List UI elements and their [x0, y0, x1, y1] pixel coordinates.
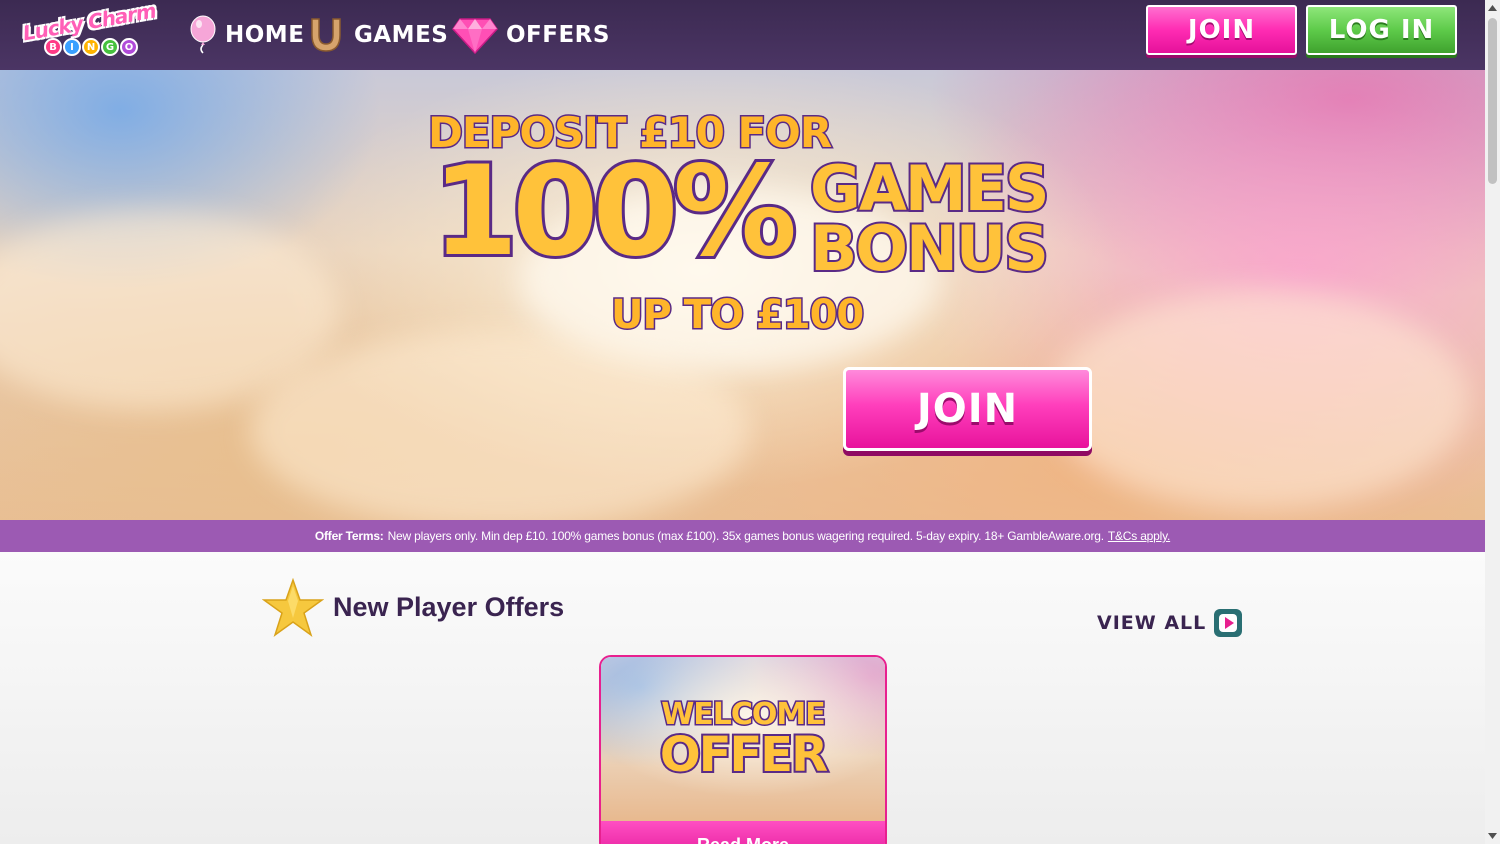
- nav-games-label: GAMES: [354, 22, 449, 48]
- hero-cloud: [1050, 290, 1470, 510]
- main-content: New Player Offers VIEW ALL WELCOME OFFER…: [0, 552, 1485, 844]
- logo-ball: B: [44, 38, 62, 56]
- login-button[interactable]: LOG IN: [1306, 5, 1457, 55]
- nav-home-label: HOME: [225, 22, 305, 48]
- site-header: Lucky Charm B I N G O HOME GAMES OFFERS …: [0, 0, 1485, 70]
- scroll-up-arrow[interactable]: [1485, 0, 1500, 16]
- terms-text: New players only. Min dep £10. 100% game…: [387, 529, 1104, 543]
- logo-bingo-balls: B I N G O: [44, 38, 138, 56]
- scroll-down-arrow[interactable]: [1485, 828, 1500, 844]
- scroll-thumb[interactable]: [1488, 18, 1497, 184]
- nav-offers[interactable]: OFFERS: [452, 14, 610, 56]
- nav-games[interactable]: GAMES: [306, 14, 448, 56]
- view-all-label: VIEW ALL: [1097, 612, 1207, 634]
- terms-link[interactable]: T&Cs apply.: [1108, 529, 1170, 543]
- hero-banner: DEPOSIT £10 FOR 100% GAMES BONUS UP TO £…: [0, 70, 1485, 520]
- logo-ball: N: [82, 38, 100, 56]
- diamond-icon: [452, 18, 498, 55]
- hero-games-text: GAMES: [808, 152, 1052, 225]
- site-logo[interactable]: Lucky Charm B I N G O: [21, 0, 157, 62]
- read-more-button[interactable]: Read More: [601, 821, 885, 844]
- play-icon: [1214, 609, 1243, 637]
- hero-join-button[interactable]: JOIN: [843, 367, 1092, 451]
- balloon-icon: [190, 15, 216, 54]
- view-all-link[interactable]: VIEW ALL: [1097, 609, 1243, 637]
- terms-heading: Offer Terms:: [314, 529, 384, 543]
- join-button[interactable]: JOIN: [1146, 5, 1297, 55]
- star-icon: [262, 578, 324, 637]
- logo-ball: I: [63, 38, 81, 56]
- section-title: New Player Offers: [333, 592, 565, 622]
- hero-bonus-text: BONUS: [808, 212, 1051, 285]
- hero-percentage: 100%: [429, 140, 800, 284]
- logo-ball: O: [120, 38, 138, 56]
- nav-offers-label: OFFERS: [506, 22, 610, 48]
- logo-ball: G: [101, 38, 119, 56]
- nav-home[interactable]: HOME: [189, 14, 304, 56]
- offer-card-line2: OFFER: [658, 725, 830, 785]
- horseshoe-icon: [311, 18, 341, 52]
- page-scrollbar[interactable]: [1485, 0, 1500, 844]
- offer-terms-bar: Offer Terms: New players only. Min dep £…: [0, 520, 1485, 552]
- welcome-offer-card[interactable]: WELCOME OFFER Read More: [599, 655, 887, 844]
- hero-upto-text: UP TO £100: [609, 291, 865, 340]
